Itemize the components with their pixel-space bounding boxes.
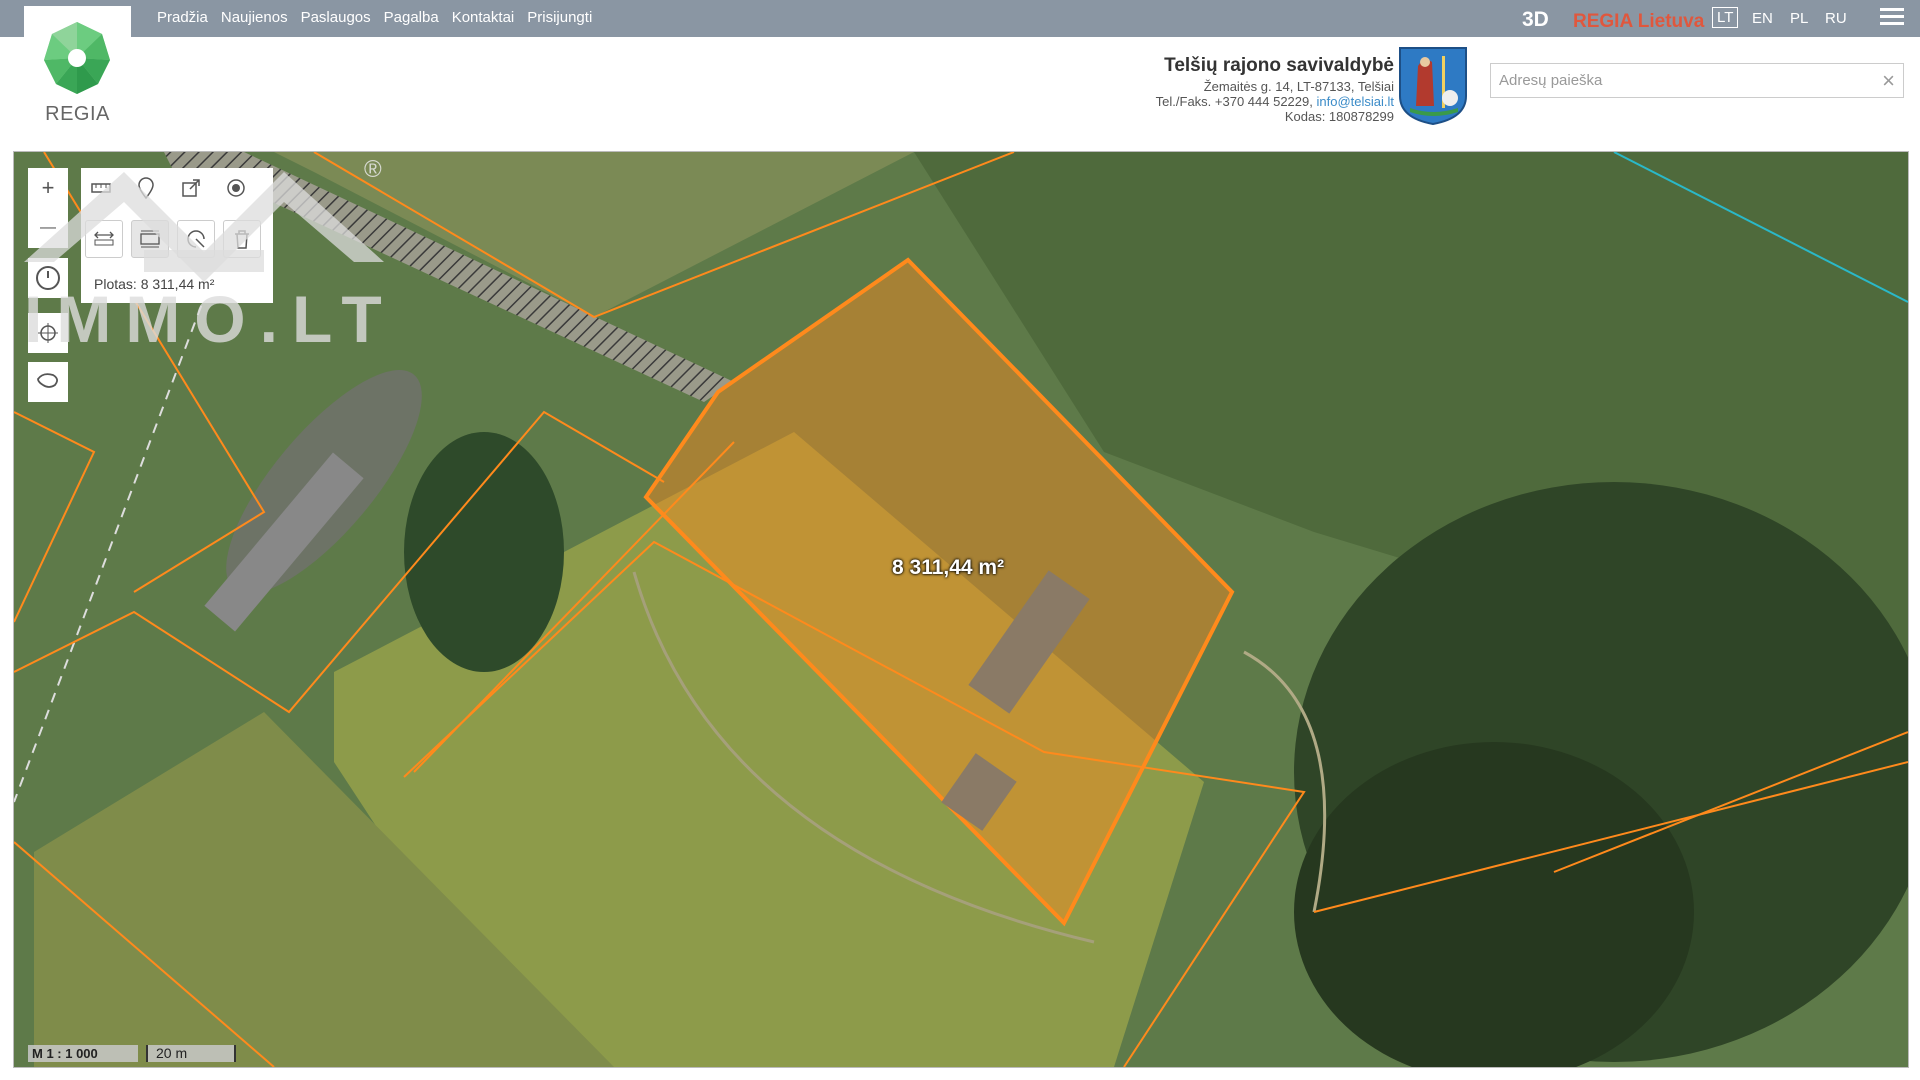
scale-bar: 20 m (146, 1045, 236, 1062)
lang-pl[interactable]: PL (1786, 10, 1812, 27)
regia-logo[interactable]: REGIA (24, 6, 131, 130)
municipality-email-link[interactable]: info@telsiai.lt (1316, 94, 1394, 109)
lang-lt[interactable]: LT (1712, 7, 1739, 28)
logo-text: REGIA (45, 103, 110, 125)
nav-contacts[interactable]: Kontaktai (452, 9, 515, 26)
municipality-phone: Tel./Faks. +370 444 52229, (1155, 94, 1313, 109)
municipality-contacts: Tel./Faks. +370 444 52229, info@telsiai.… (1156, 94, 1394, 109)
municipality-address: Žemaitės g. 14, LT-87133, Telšiai (1203, 79, 1394, 94)
address-search-box: × (1490, 63, 1904, 98)
registered-mark: ® (364, 156, 382, 183)
immo-watermark: ® IMMO.LT (24, 156, 394, 356)
hamburger-menu-icon[interactable] (1880, 8, 1904, 28)
nav-news[interactable]: Naujienos (221, 9, 288, 26)
3d-mode-button[interactable]: 3D (1522, 8, 1549, 32)
lang-ru[interactable]: RU (1821, 10, 1851, 27)
map-view[interactable]: + — Plotas: 8 311,44 m² 8 311,44 m² M 1 … (13, 151, 1909, 1068)
coat-of-arms-icon (1399, 47, 1467, 126)
clear-search-icon[interactable]: × (1882, 68, 1895, 94)
municipality-code: Kodas: 180878299 (1284, 109, 1394, 124)
regia-lietuva-link[interactable]: REGIA Lietuva (1573, 11, 1704, 33)
lasso-button[interactable] (28, 362, 68, 402)
nav-help[interactable]: Pagalba (384, 9, 439, 26)
nav-home[interactable]: Pradžia (157, 9, 208, 26)
parcel-area-label: 8 311,44 m² (892, 556, 1005, 579)
lang-en[interactable]: EN (1748, 10, 1777, 27)
watermark-text: IMMO.LT (24, 282, 394, 356)
nav-login[interactable]: Prisijungti (527, 9, 592, 26)
regia-logo-icon (44, 22, 110, 94)
municipality-info: Telšių rajono savivaldybė Žemaitės g. 14… (1156, 55, 1394, 124)
address-search-input[interactable] (1497, 64, 1861, 97)
nav-services[interactable]: Paslaugos (301, 9, 371, 26)
lasso-icon (37, 373, 58, 388)
municipality-name: Telšių rajono savivaldybė (1164, 55, 1394, 76)
scale-ratio: M 1 : 1 000 (28, 1045, 138, 1062)
main-nav: Pradžia Naujienos Paslaugos Pagalba Kont… (157, 9, 592, 26)
